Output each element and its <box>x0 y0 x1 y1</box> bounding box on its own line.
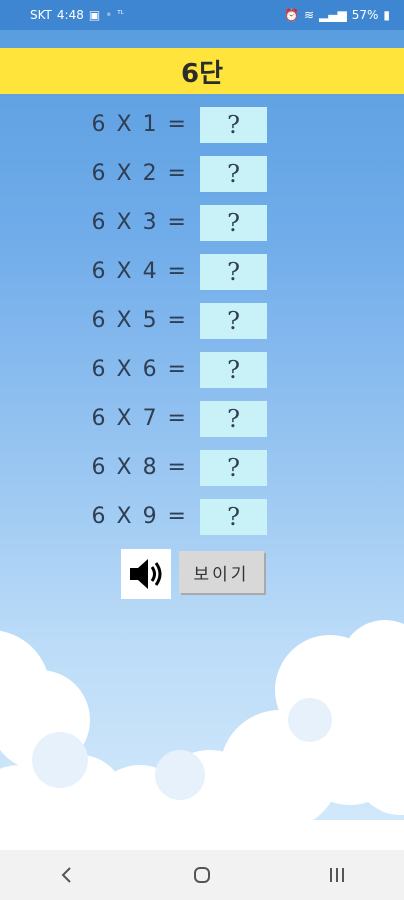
answer-box[interactable]: ? <box>200 499 267 535</box>
equation-label: 6 X 1 = <box>91 112 188 137</box>
table-row: 6 X 9 = ? <box>0 499 404 535</box>
status-bar: SKT 4:48 ▣ • ᵀᴸ ⏰ ≋ ▂▄▆ 57% ▮ <box>0 0 404 30</box>
answer-box[interactable]: ? <box>200 352 267 388</box>
dot-icon: • <box>105 8 113 22</box>
answer-box[interactable]: ? <box>200 401 267 437</box>
table-row: 6 X 7 = ? <box>0 401 404 437</box>
equation-label: 6 X 7 = <box>91 406 188 431</box>
equation-label: 6 X 5 = <box>91 308 188 333</box>
gallery-icon: ▣ <box>88 8 101 22</box>
clouds-decoration <box>0 620 404 850</box>
home-button[interactable] <box>182 855 222 895</box>
carrier-label: SKT <box>30 8 52 22</box>
answer-box[interactable]: ? <box>200 450 267 486</box>
battery-icon: ▮ <box>383 8 390 22</box>
home-icon <box>193 867 210 883</box>
answer-box[interactable]: ? <box>200 205 267 241</box>
equation-label: 6 X 8 = <box>91 455 188 480</box>
signal-icon: ▂▄▆ <box>319 8 347 22</box>
sound-button[interactable] <box>121 549 171 599</box>
table-row: 6 X 2 = ? <box>0 156 404 192</box>
back-icon <box>61 867 72 883</box>
table-row: 6 X 5 = ? <box>0 303 404 339</box>
answer-box[interactable]: ? <box>200 254 267 290</box>
wifi-icon: ≋ <box>303 8 315 22</box>
answer-box[interactable]: ? <box>200 156 267 192</box>
table-row: 6 X 4 = ? <box>0 254 404 290</box>
alarm-icon: ⏰ <box>284 8 299 22</box>
sky-background <box>0 30 404 850</box>
table-row: 6 X 3 = ? <box>0 205 404 241</box>
system-nav-bar <box>0 850 404 900</box>
equation-label: 6 X 6 = <box>91 357 188 382</box>
back-button[interactable] <box>47 855 87 895</box>
title-bar: 6단 <box>0 48 404 94</box>
show-answers-button[interactable]: 보이기 <box>179 551 264 593</box>
equation-label: 6 X 4 = <box>91 259 188 284</box>
answer-box[interactable]: ? <box>200 303 267 339</box>
table-row: 6 X 1 = ? <box>0 107 404 143</box>
equation-label: 6 X 3 = <box>91 210 188 235</box>
page-title: 6단 <box>180 58 223 89</box>
recents-icon <box>329 868 344 882</box>
clock: 4:48 <box>56 8 84 22</box>
equation-label: 6 X 9 = <box>91 504 188 529</box>
speaker-icon <box>130 559 162 589</box>
notification-label: ᵀᴸ <box>117 10 124 20</box>
battery-label: 57% <box>351 8 379 22</box>
answer-box[interactable]: ? <box>200 107 267 143</box>
equation-label: 6 X 2 = <box>91 161 188 186</box>
table-row: 6 X 8 = ? <box>0 450 404 486</box>
table-row: 6 X 6 = ? <box>0 352 404 388</box>
recents-button[interactable] <box>317 855 357 895</box>
